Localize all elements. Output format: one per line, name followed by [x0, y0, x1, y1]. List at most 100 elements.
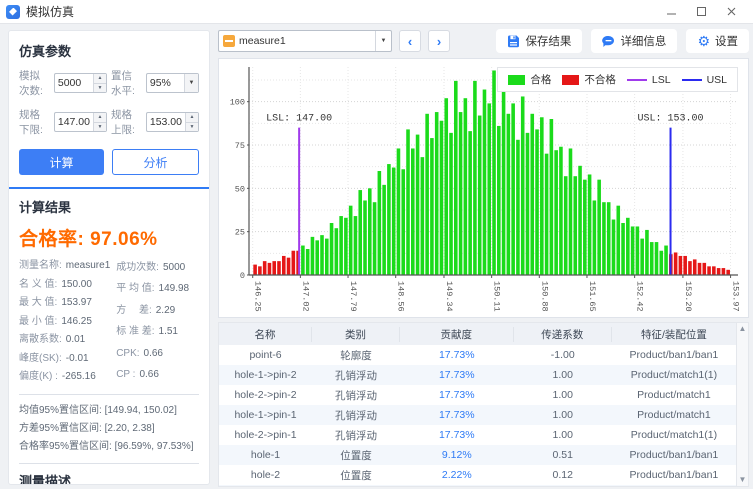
pass-bar — [640, 239, 644, 275]
table-cell: 17.73% — [400, 349, 514, 361]
table-row[interactable]: hole-2->pin-2孔销浮动17.73%1.00Product/match… — [219, 385, 736, 405]
fail-bar — [688, 261, 692, 275]
stat-label: 平 均 值: — [116, 280, 154, 299]
stat-row: 最 大 值:153.97 — [19, 294, 116, 313]
stat-row: 平 均 值:149.98 — [116, 280, 199, 299]
calculate-button[interactable]: 计算 — [19, 149, 104, 175]
speech-bubble-icon — [602, 35, 615, 48]
pass-bar — [478, 116, 482, 275]
table-cell: 1.00 — [514, 369, 612, 381]
column-header[interactable]: 类别 — [312, 327, 400, 342]
spin-down-icon[interactable]: ▼ — [186, 123, 198, 132]
stat-value: 150.00 — [61, 276, 92, 295]
usl-stepper[interactable]: 153.00 ▲▼ — [146, 112, 199, 132]
divider — [9, 187, 209, 189]
table-row[interactable]: hole-1->pin-1孔销浮动17.73%1.00Product/match… — [219, 405, 736, 425]
pass-bar — [325, 239, 329, 275]
pass-bar — [320, 235, 324, 275]
save-results-button[interactable]: 保存结果 — [496, 29, 582, 53]
pass-bar — [430, 138, 434, 275]
divider — [19, 394, 199, 395]
params-title: 仿真参数 — [19, 41, 199, 60]
column-header[interactable]: 名称 — [219, 327, 312, 342]
pass-bar — [335, 228, 339, 275]
spin-down-icon[interactable]: ▼ — [94, 123, 106, 132]
pass-bar — [650, 242, 654, 275]
spin-up-icon[interactable]: ▲ — [186, 113, 198, 123]
fail-bar — [268, 263, 272, 275]
legend-line — [627, 79, 647, 81]
title-bar: 模拟仿真 — [0, 0, 753, 24]
chart-legend: 合格不合格LSLUSL — [497, 67, 738, 92]
details-button[interactable]: 详细信息 — [591, 29, 677, 53]
divider — [19, 463, 199, 464]
pass-bar — [416, 135, 420, 275]
table-cell: Product/ban1/ban1 — [612, 349, 736, 361]
chart-text: 147.79 — [348, 281, 358, 312]
pass-bar — [583, 180, 587, 275]
minimize-icon[interactable] — [657, 2, 687, 22]
settings-button[interactable]: ⚙ 设置 — [686, 29, 749, 53]
pass-bar — [612, 220, 616, 275]
chart-text: 146.25 — [253, 281, 263, 312]
table-row[interactable]: pin-1位置度0.00%0.00Product/diban/diban — [219, 485, 736, 486]
interval-line: 均值95%置信区间: [149.94, 150.02] — [19, 402, 199, 420]
pass-bar — [526, 133, 530, 275]
spin-up-icon[interactable]: ▲ — [94, 113, 106, 123]
pass-bar — [593, 200, 597, 275]
table-row[interactable]: point-6轮廓度17.73%-1.00Product/ban1/ban1 — [219, 345, 736, 365]
table-row[interactable]: hole-2->pin-1孔销浮动17.73%1.00Product/match… — [219, 425, 736, 445]
pass-bar — [339, 216, 343, 275]
chevron-down-icon[interactable]: ▼ — [184, 74, 198, 92]
pass-bar — [550, 119, 554, 275]
table-row[interactable]: hole-2位置度2.22%0.12Product/ban1/ban1 — [219, 465, 736, 485]
stat-value: -0.01 — [66, 350, 89, 369]
table-cell: hole-1->pin-1 — [219, 409, 312, 421]
stat-label: 测量名称: — [19, 257, 62, 276]
pass-bar — [511, 103, 515, 275]
pass-bar — [468, 131, 472, 275]
pass-bar — [378, 171, 382, 275]
maximize-icon[interactable] — [687, 2, 717, 22]
prev-button[interactable]: ‹ — [399, 30, 421, 52]
scroll-down-icon[interactable]: ▼ — [739, 476, 747, 484]
table-cell: 孔销浮动 — [312, 388, 400, 403]
legend-line — [682, 79, 702, 81]
chevron-down-icon[interactable]: ▼ — [375, 31, 391, 51]
pass-bar — [411, 148, 415, 275]
chart-text: 149.34 — [444, 281, 454, 312]
pass-bar — [631, 226, 635, 275]
save-results-label: 保存结果 — [525, 33, 571, 49]
scroll-up-icon[interactable]: ▲ — [739, 325, 747, 333]
pass-bar — [597, 180, 601, 275]
chart-text: 153.20 — [683, 281, 693, 312]
pass-bar — [363, 200, 367, 275]
column-header[interactable]: 贡献度 — [400, 327, 514, 342]
table-cell: hole-2 — [219, 469, 312, 481]
spin-up-icon[interactable]: ▲ — [94, 74, 106, 84]
analyze-button[interactable]: 分析 — [112, 149, 199, 175]
pass-bar — [344, 218, 348, 275]
pass-bar — [535, 129, 539, 275]
stat-label: CP : — [116, 366, 135, 385]
pass-bar — [659, 251, 663, 275]
spin-down-icon[interactable]: ▼ — [94, 84, 106, 93]
pass-bar — [315, 240, 319, 275]
close-icon[interactable] — [717, 2, 747, 22]
column-header[interactable]: 特征/装配位置 — [612, 327, 736, 342]
fail-bar — [263, 261, 267, 275]
lsl-stepper[interactable]: 147.00 ▲▼ — [54, 112, 107, 132]
sim-count-stepper[interactable]: 5000 ▲▼ — [54, 73, 107, 93]
measure-select[interactable]: measure1 ▼ — [218, 30, 392, 52]
stat-value: 0.01 — [66, 331, 85, 350]
confidence-select[interactable]: 95% ▼ — [146, 73, 199, 93]
next-button[interactable]: › — [428, 30, 450, 52]
table-row[interactable]: hole-1位置度9.12%0.51Product/ban1/ban1 — [219, 445, 736, 465]
column-header[interactable]: 传递系数 — [514, 327, 612, 342]
confidence-label: 置信水平: — [111, 68, 138, 98]
table-scrollbar[interactable]: ▲ ▼ — [736, 323, 748, 486]
pass-bar — [435, 112, 439, 275]
table-cell: 17.73% — [400, 409, 514, 421]
stat-row: 方 差:2.29 — [116, 302, 199, 321]
table-row[interactable]: hole-1->pin-2孔销浮动17.73%1.00Product/match… — [219, 365, 736, 385]
